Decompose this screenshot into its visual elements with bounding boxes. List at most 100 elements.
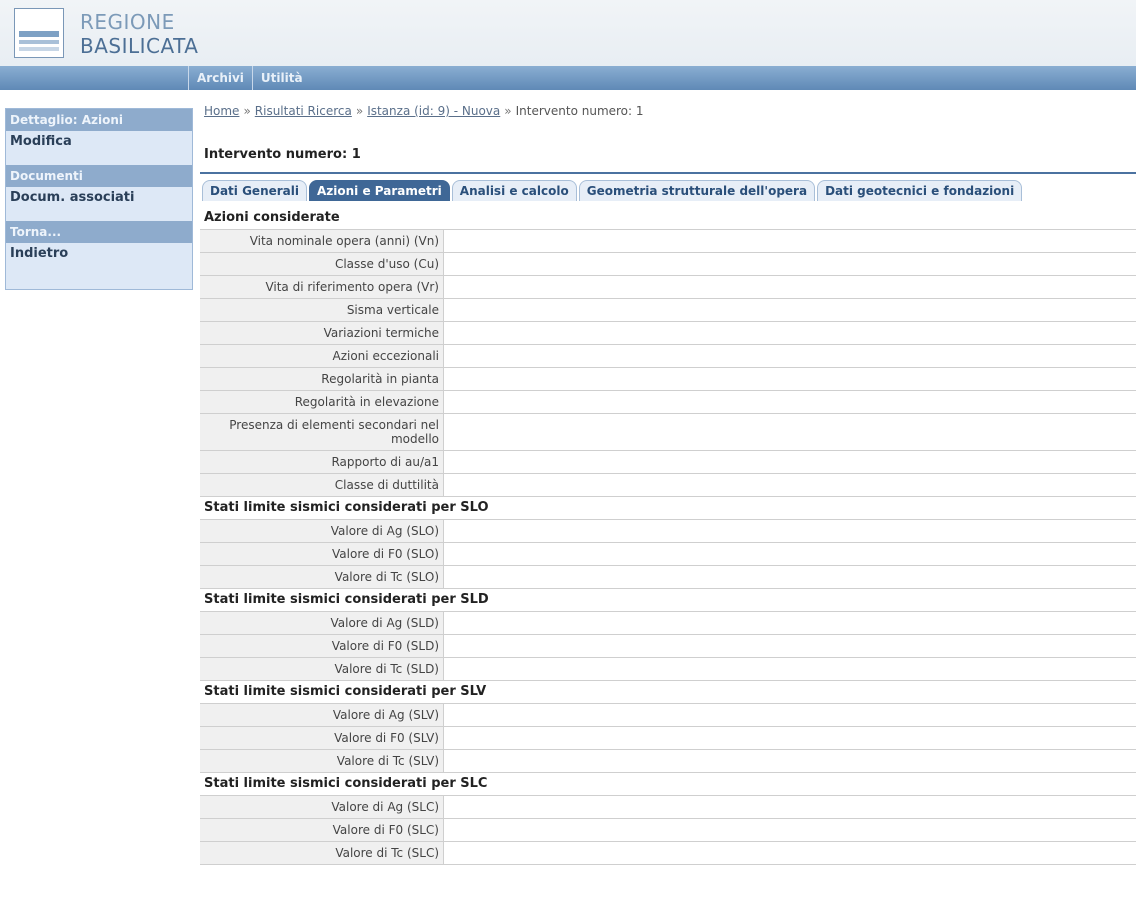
row-label: Valore di F0 (SLD): [200, 635, 444, 657]
row-label: Valore di F0 (SLO): [200, 543, 444, 565]
nav-utilita[interactable]: Utilità: [251, 66, 311, 90]
breadcrumb-home[interactable]: Home: [204, 104, 239, 118]
table-row: Valore di Ag (SLC): [200, 796, 1136, 819]
page-title: Intervento numero: 1: [204, 147, 361, 162]
table-row: Valore di F0 (SLC): [200, 819, 1136, 842]
table-row: Classe d'uso (Cu): [200, 253, 1136, 276]
sidebar: Dettaglio: Azioni Modifica Documenti Doc…: [5, 108, 193, 290]
row-value: [444, 322, 1136, 344]
row-label: Valore di Ag (SLD): [200, 612, 444, 634]
row-value: [444, 414, 1136, 450]
row-label: Regolarità in elevazione: [200, 391, 444, 413]
breadcrumb-separator: »: [355, 104, 364, 118]
row-label: Sisma verticale: [200, 299, 444, 321]
row-value: [444, 253, 1136, 275]
row-label: Classe d'uso (Cu): [200, 253, 444, 275]
row-value: [444, 368, 1136, 390]
parameters-grid: Azioni considerate Vita nominale opera (…: [200, 207, 1136, 865]
row-label: Valore di Ag (SLC): [200, 796, 444, 818]
tab-bar: Dati Generali Azioni e Parametri Analisi…: [200, 172, 1136, 202]
row-value: [444, 451, 1136, 473]
table-row: Presenza di elementi secondari nel model…: [200, 414, 1136, 451]
table-row: Classe di duttilità: [200, 474, 1136, 497]
tab-dati-geotecnici[interactable]: Dati geotecnici e fondazioni: [817, 180, 1023, 201]
section-slo: Stati limite sismici considerati per SLO: [200, 497, 1136, 520]
row-label: Regolarità in pianta: [200, 368, 444, 390]
row-label: Variazioni termiche: [200, 322, 444, 344]
row-value: [444, 658, 1136, 680]
row-value: [444, 520, 1136, 542]
section-sld: Stati limite sismici considerati per SLD: [200, 589, 1136, 612]
table-row: Valore di Ag (SLV): [200, 704, 1136, 727]
table-row: Valore di Ag (SLO): [200, 520, 1136, 543]
table-row: Valore di Tc (SLD): [200, 658, 1136, 681]
row-label: Valore di F0 (SLV): [200, 727, 444, 749]
row-label: Valore di Tc (SLV): [200, 750, 444, 772]
row-value: [444, 612, 1136, 634]
section-azioni-considerate: Azioni considerate: [200, 207, 1136, 230]
table-row: Valore di Tc (SLO): [200, 566, 1136, 589]
row-label: Valore di Ag (SLO): [200, 520, 444, 542]
row-value: [444, 842, 1136, 864]
row-label: Valore di F0 (SLC): [200, 819, 444, 841]
tab-analisi-calcolo[interactable]: Analisi e calcolo: [451, 180, 577, 201]
row-value: [444, 635, 1136, 657]
row-label: Rapporto di au/a1: [200, 451, 444, 473]
row-value: [444, 727, 1136, 749]
top-navbar: Archivi Utilità: [0, 66, 1136, 90]
tab-azioni-parametri[interactable]: Azioni e Parametri: [309, 180, 450, 201]
row-value: [444, 474, 1136, 496]
row-label: Vita nominale opera (anni) (Vn): [200, 230, 444, 252]
brand-line-2: BASILICATA: [80, 34, 199, 58]
row-label: Valore di Tc (SLO): [200, 566, 444, 588]
table-row: Azioni eccezionali: [200, 345, 1136, 368]
section-slc: Stati limite sismici considerati per SLC: [200, 773, 1136, 796]
breadcrumb-current: Intervento numero: 1: [515, 104, 644, 118]
row-value: [444, 543, 1136, 565]
table-row: Valore di Tc (SLV): [200, 750, 1136, 773]
table-row: Sisma verticale: [200, 299, 1136, 322]
breadcrumb-separator: »: [504, 104, 512, 118]
tab-geometria-strutturale[interactable]: Geometria strutturale dell'opera: [578, 180, 816, 201]
row-value: [444, 230, 1136, 252]
row-value: [444, 299, 1136, 321]
table-row: Regolarità in pianta: [200, 368, 1136, 391]
breadcrumb-risultati[interactable]: Risultati Ricerca: [255, 104, 352, 118]
row-label: Vita di riferimento opera (Vr): [200, 276, 444, 298]
region-logo: [14, 8, 64, 58]
breadcrumb-separator: »: [243, 104, 251, 118]
sidebar-heading-documenti: Documenti: [6, 165, 192, 187]
row-label: Valore di Tc (SLD): [200, 658, 444, 680]
sidebar-heading-torna: Torna...: [6, 221, 192, 243]
table-row: Regolarità in elevazione: [200, 391, 1136, 414]
row-value: [444, 750, 1136, 772]
row-value: [444, 391, 1136, 413]
table-row: Valore di F0 (SLV): [200, 727, 1136, 750]
sidebar-item-indietro[interactable]: Indietro: [6, 243, 192, 265]
row-value: [444, 704, 1136, 726]
row-value: [444, 796, 1136, 818]
header: REGIONE BASILICATA: [0, 0, 1136, 66]
breadcrumb: Home» Risultati Ricerca» Istanza (id: 9) -…: [204, 104, 644, 118]
row-label: Azioni eccezionali: [200, 345, 444, 367]
table-row: Valore di Tc (SLC): [200, 842, 1136, 865]
breadcrumb-istanza[interactable]: Istanza (id: 9) - Nuova: [367, 104, 500, 118]
nav-archivi[interactable]: Archivi: [188, 66, 252, 90]
row-value: [444, 345, 1136, 367]
tab-dati-generali[interactable]: Dati Generali: [202, 180, 307, 201]
brand-line-1: REGIONE: [80, 10, 175, 34]
row-label: Presenza di elementi secondari nel model…: [200, 414, 444, 450]
sidebar-item-docum-associati[interactable]: Docum. associati: [6, 187, 192, 209]
sidebar-item-modifica[interactable]: Modifica: [6, 131, 192, 153]
table-row: Rapporto di au/a1: [200, 451, 1136, 474]
table-row: Valore di F0 (SLD): [200, 635, 1136, 658]
table-row: Vita di riferimento opera (Vr): [200, 276, 1136, 299]
row-value: [444, 819, 1136, 841]
row-label: Valore di Tc (SLC): [200, 842, 444, 864]
table-row: Vita nominale opera (anni) (Vn): [200, 230, 1136, 253]
table-row: Valore di F0 (SLO): [200, 543, 1136, 566]
table-row: Variazioni termiche: [200, 322, 1136, 345]
row-label: Valore di Ag (SLV): [200, 704, 444, 726]
table-row: Valore di Ag (SLD): [200, 612, 1136, 635]
sidebar-heading-dettaglio: Dettaglio: Azioni: [6, 109, 192, 131]
